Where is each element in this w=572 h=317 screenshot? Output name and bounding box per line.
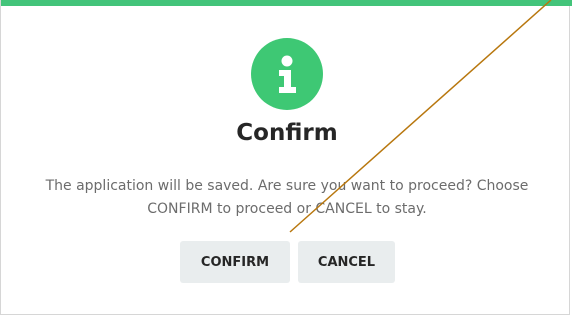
info-icon — [251, 38, 323, 110]
dialog-title: Confirm — [236, 120, 338, 146]
dialog-message-line-1: The application will be saved. Are sure … — [45, 178, 529, 194]
confirm-dialog: Confirm The application will be saved. A… — [0, 0, 572, 315]
cancel-button[interactable]: CANCEL — [298, 241, 395, 283]
confirm-button[interactable]: CONFIRM — [180, 241, 290, 283]
dialog-message-line-2: CONFIRM to proceed or CANCEL to stay. — [147, 201, 427, 217]
dialog-top-accent-bar — [1, 0, 572, 6]
dialog-message: The application will be saved. Are sure … — [31, 175, 543, 221]
